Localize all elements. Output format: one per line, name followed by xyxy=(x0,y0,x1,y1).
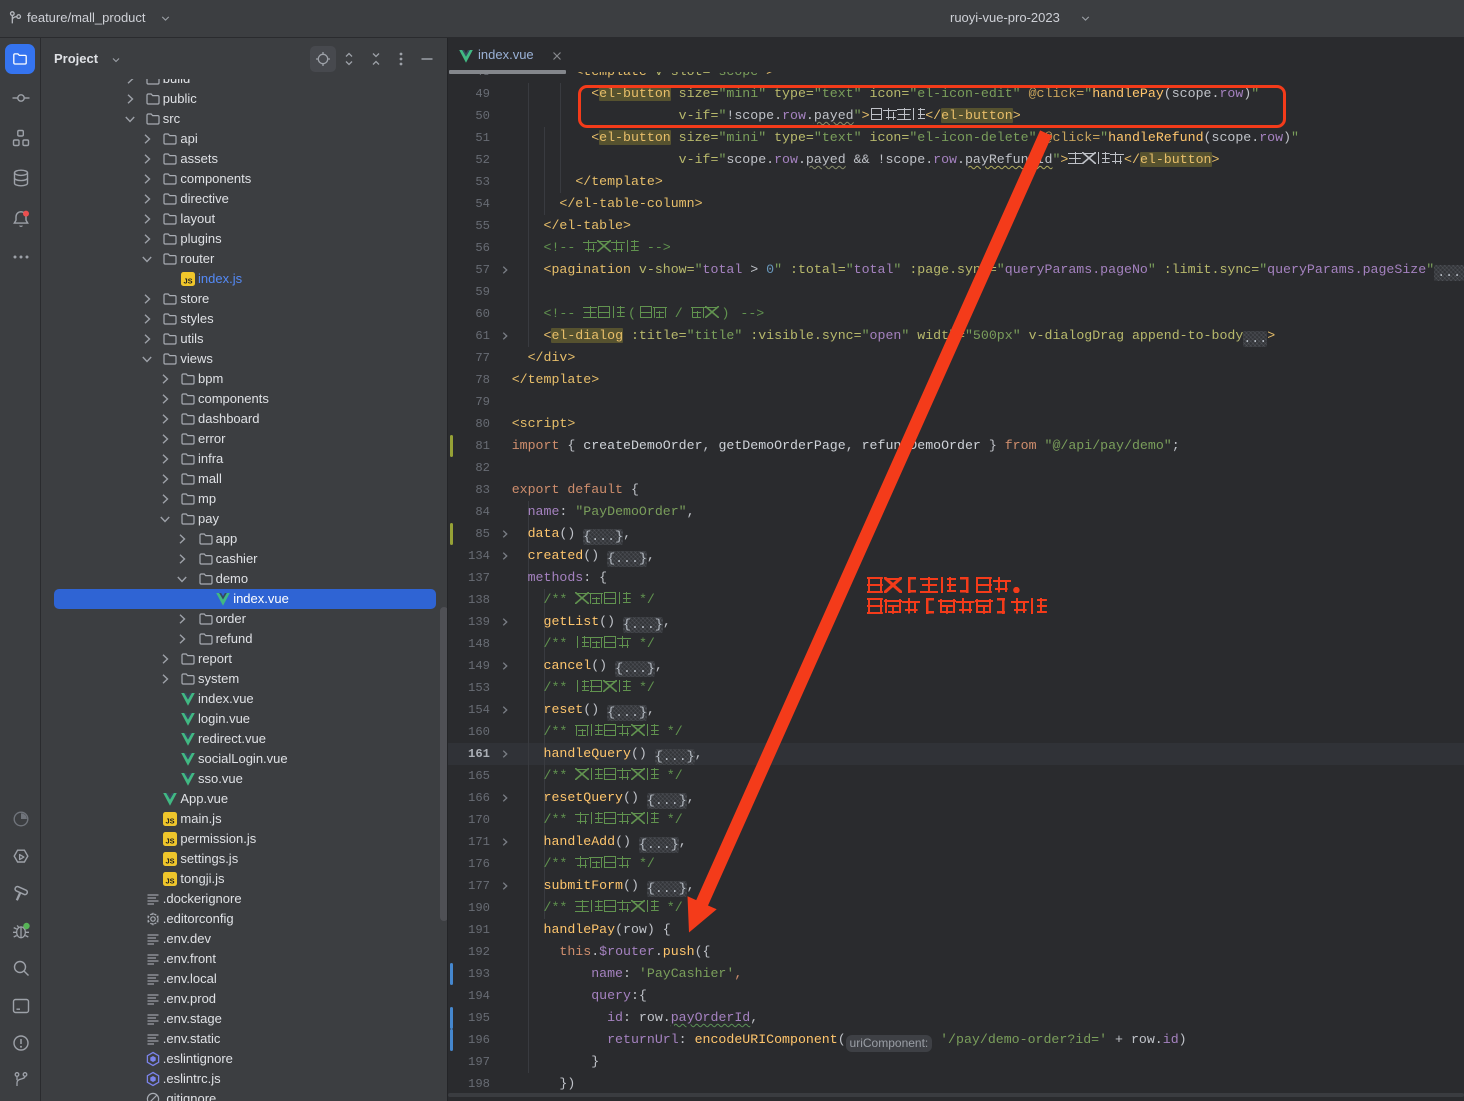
svg-text:JS: JS xyxy=(166,837,175,846)
svg-text:JS: JS xyxy=(166,857,175,866)
svg-text:JS: JS xyxy=(166,877,175,886)
svg-text:JS: JS xyxy=(183,277,192,286)
svg-text:JS: JS xyxy=(166,817,175,826)
